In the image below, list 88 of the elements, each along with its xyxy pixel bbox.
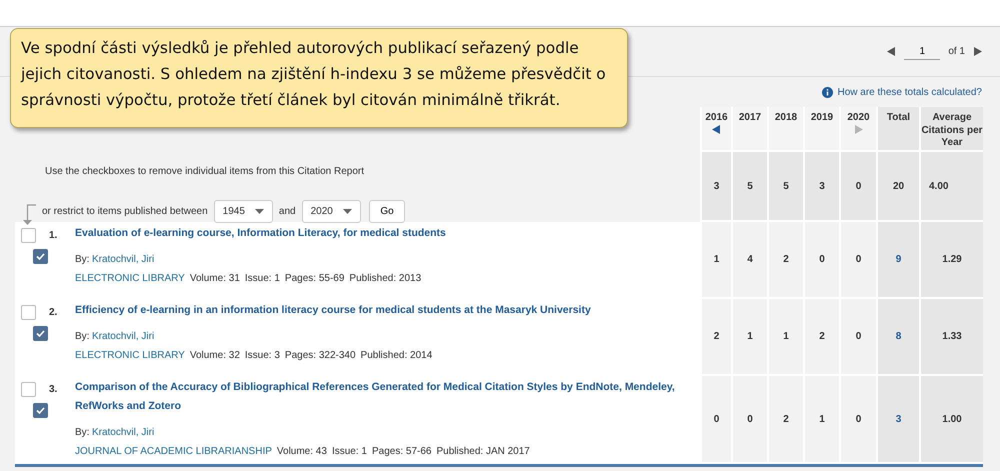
citation-count: 1 (747, 330, 753, 344)
citation-count: 4 (747, 253, 753, 267)
citation-count: 1 (714, 253, 720, 267)
citation-count: 2 (714, 330, 720, 344)
caret-icon (254, 208, 264, 214)
previous-page-icon[interactable] (887, 47, 896, 56)
average-value: 1.33 (942, 330, 962, 344)
citation-count: 1 (783, 330, 789, 344)
checkbox[interactable] (21, 382, 36, 397)
detail-text: Volume: 31 (190, 272, 240, 286)
author-link[interactable]: Kratochvil, Jiri (92, 427, 154, 438)
total-link[interactable]: 8 (896, 329, 902, 344)
detail-text: Pages: 322-340 (284, 349, 356, 363)
citation-count: 0 (856, 412, 862, 426)
citation-count: 2 (783, 253, 789, 267)
item-number: 2. (49, 306, 58, 320)
column-header: Average Citations per Year (921, 112, 983, 150)
by-label: By: (75, 254, 90, 265)
author-link[interactable]: Kratochvil, Jiri (92, 254, 154, 265)
average-value: 1.29 (942, 253, 962, 267)
info-icon (822, 86, 834, 98)
article-title-link[interactable]: Efficiency of e-learning in an information literacy course for medical students at the Masaryk University (75, 301, 675, 320)
previous-years-icon[interactable] (712, 124, 721, 134)
column-header: 2018 (774, 112, 798, 124)
checkbox[interactable] (33, 403, 48, 418)
citation-count: 0 (856, 253, 862, 267)
checkbox[interactable] (33, 326, 48, 341)
article-title-link[interactable]: Evaluation of e-learning course, Information Literacy, for medical students (75, 224, 675, 243)
by-label: By: (75, 427, 90, 438)
citation-count: 0 (747, 412, 753, 426)
year-dropdown[interactable]: 2020 (302, 200, 361, 222)
citation-count: 0 (856, 330, 862, 344)
by-label: By: (75, 331, 90, 342)
page-field[interactable]: 1 (904, 44, 940, 60)
detail-text: Issue: 1 (332, 445, 367, 459)
year-dropdown[interactable]: 1945 (214, 200, 273, 222)
detail-text: Volume: 43 (276, 445, 327, 459)
citation-count: 0 (714, 412, 720, 426)
check-icon (36, 407, 45, 414)
citation-count: 3 (714, 180, 720, 194)
item-number: 1. (49, 229, 58, 243)
item-number: 3. (49, 383, 58, 397)
detail-text: Published: 2013 (349, 272, 422, 286)
citation-count: 2 (783, 412, 789, 426)
total-link[interactable]: 3 (896, 412, 902, 426)
citation-count: 2 (819, 330, 825, 344)
column-header: 2020 (847, 112, 870, 124)
column-header: 2017 (738, 112, 762, 124)
checkbox[interactable] (21, 305, 36, 320)
detail-text: Volume: 32 (190, 349, 240, 363)
citation-count: 3 (819, 180, 825, 194)
average-value: 1.00 (942, 412, 962, 426)
citation-count: 1 (819, 412, 825, 426)
check-icon (36, 330, 45, 337)
column-header: Total (886, 112, 910, 124)
average-value: 4.00 (929, 180, 948, 194)
checkbox[interactable] (33, 249, 48, 264)
corner-arrow-icon (20, 204, 36, 226)
detail-text: Issue: 1 (244, 272, 280, 286)
citation-count: 5 (747, 180, 753, 194)
detail-text: Pages: 55-69 (284, 272, 344, 286)
total-count: 20 (892, 180, 904, 194)
detail-text: Pages: 57-66 (372, 445, 432, 459)
checkbox[interactable] (21, 228, 36, 243)
citation-count: 5 (783, 180, 789, 194)
column-header: 2016 (705, 112, 728, 124)
page-count: of 1 (948, 45, 965, 59)
instructions-text: Use the checkboxes to remove individual items from this Citation Report (45, 165, 366, 179)
detail-text: Issue: 3 (244, 349, 280, 363)
next-page-icon[interactable] (973, 47, 982, 56)
help-link[interactable]: How are these totals calculated? (837, 84, 982, 100)
and-label: and (278, 204, 296, 218)
column-header: 2019 (810, 112, 834, 124)
caret-icon (342, 208, 352, 214)
journal-link[interactable]: ELECTRONIC LIBRARY (75, 271, 185, 286)
author-link[interactable]: Kratochvil, Jiri (92, 331, 154, 342)
go-button[interactable]: Go (369, 200, 405, 222)
check-icon (36, 253, 45, 260)
tooltip-callout: Ve spodní části výsledků je přehled autorových publikací seřazený podle jejich citovanosti. S ohledem na zjištění h-indexu 3 se můžeme přesvědčit o správnosti výpočtu, protože třetí článek byl citován minimálně třikrát. (10, 28, 628, 128)
detail-text: Published: JAN 2017 (436, 445, 530, 459)
journal-link[interactable]: ELECTRONIC LIBRARY (75, 348, 185, 363)
restrict-label: or restrict to items published between (42, 204, 208, 218)
detail-text: Published: 2014 (360, 349, 432, 363)
citation-count: 0 (856, 180, 862, 194)
citation-count: 0 (819, 253, 825, 267)
total-link[interactable]: 9 (896, 252, 902, 267)
journal-link[interactable]: JOURNAL OF ACADEMIC LIBRARIANSHIP (75, 444, 272, 459)
article-title-link[interactable]: Comparison of the Accuracy of Bibliographical References Generated for Medical Citation Styles by EndNote, Mendeley, RefWorks and Zotero (75, 378, 675, 416)
